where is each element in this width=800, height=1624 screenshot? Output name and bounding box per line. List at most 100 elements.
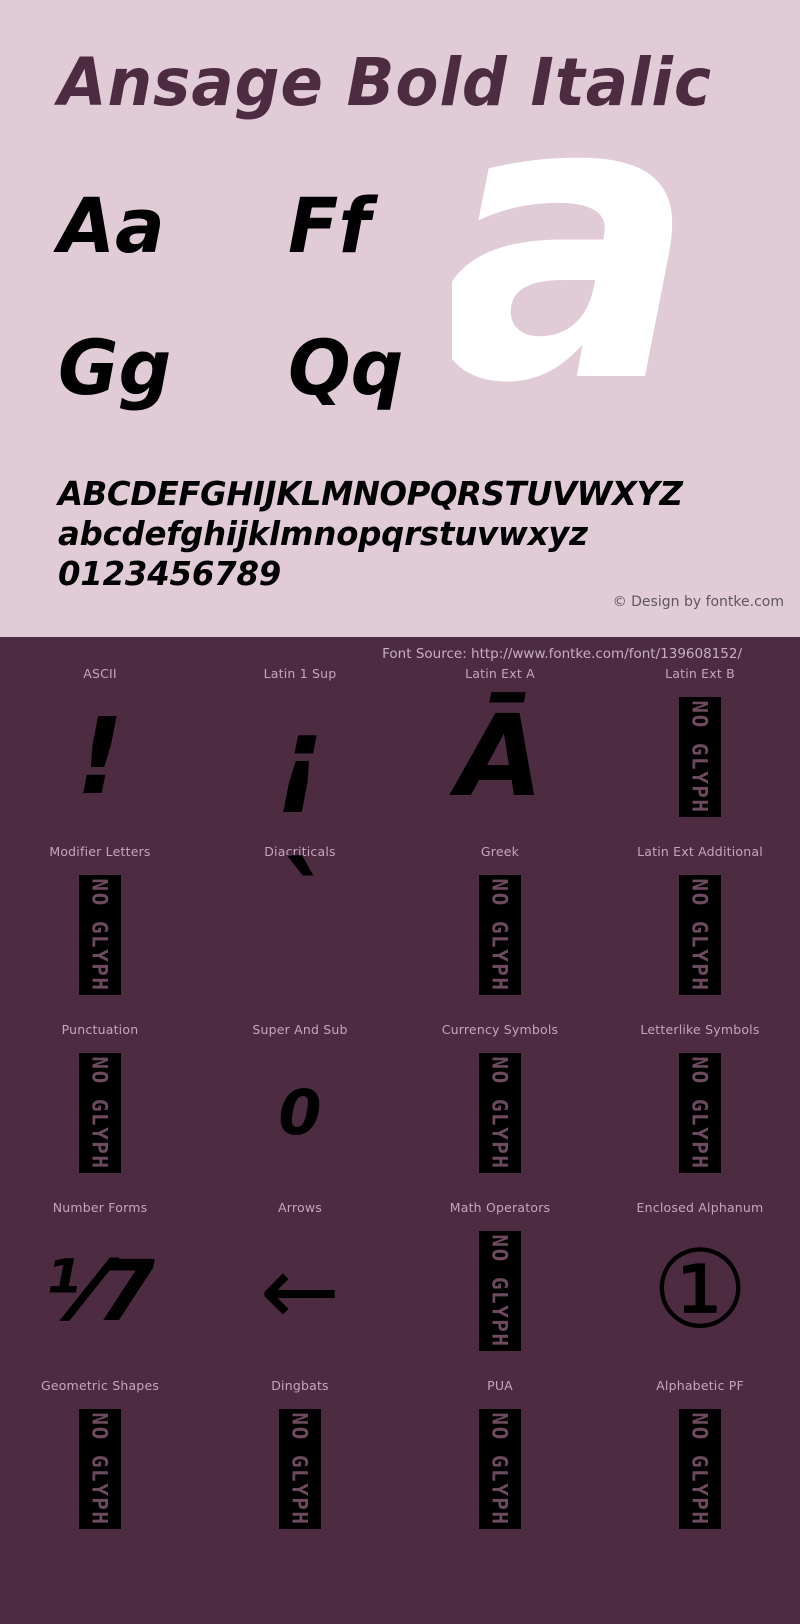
no-glyph-label: NO GLYPH (488, 1234, 512, 1348)
coverage-cell[interactable]: Enclosed Alphanum ① (600, 1191, 800, 1369)
letter-pair-aa: Aa (58, 181, 165, 270)
coverage-sample: Ā (400, 682, 600, 832)
no-glyph-label: NO GLYPH (88, 1412, 112, 1526)
no-glyph-label: NO GLYPH (688, 700, 712, 814)
coverage-label: Super And Sub (252, 1022, 348, 1037)
coverage-sample: NO GLYPH (600, 682, 800, 832)
coverage-label: Modifier Letters (49, 844, 151, 859)
no-glyph-box: NO GLYPH (79, 1409, 121, 1529)
glyph-sample: ¡ (276, 695, 324, 818)
no-glyph-box: NO GLYPH (479, 875, 521, 995)
coverage-label: Number Forms (52, 1200, 148, 1215)
no-glyph-label: NO GLYPH (88, 878, 112, 992)
coverage-sample: ⅟7 (0, 1216, 200, 1366)
no-glyph-label: NO GLYPH (688, 1412, 712, 1526)
coverage-sample: NO GLYPH (400, 1038, 600, 1188)
no-glyph-box: NO GLYPH (679, 1409, 721, 1529)
coverage-cell[interactable]: Diacriticals ` (200, 835, 400, 1013)
coverage-label: Enclosed Alphanum (636, 1200, 764, 1215)
specimen-preview-panel: Ansage Bold Italic a Aa Ff Gg Qq ABCDEFG… (0, 0, 800, 637)
letter-pair-ff: Ff (288, 181, 371, 270)
unicode-coverage-panel: Font Source: http://www.fontke.com/font/… (0, 637, 800, 1624)
coverage-cell[interactable]: ASCII! (0, 657, 200, 835)
coverage-sample: 0 (200, 1038, 400, 1188)
coverage-cell[interactable]: Alphabetic PF NO GLYPH (600, 1369, 800, 1547)
alphabet-lowercase: abcdefghijklmnopqrstuvwxyz (58, 514, 588, 553)
coverage-sample: ① (600, 1216, 800, 1366)
glyph-sample: Ā (456, 692, 544, 822)
coverage-label: Math Operators (449, 1200, 551, 1215)
no-glyph-box: NO GLYPH (279, 1409, 321, 1529)
coverage-label: Latin Ext B (665, 666, 735, 681)
coverage-cell[interactable]: Math Operators NO GLYPH (400, 1191, 600, 1369)
letter-pair-qq: Qq (288, 323, 404, 412)
letter-pair-grid: Aa Ff Gg Qq (58, 176, 458, 460)
glyph-sample: ① (651, 1228, 749, 1353)
coverage-label: Currency Symbols (441, 1022, 559, 1037)
letter-pair-gg: Gg (58, 323, 172, 412)
hero-glyph: a (452, 108, 800, 438)
coverage-cell[interactable]: Number Forms ⅟7 (0, 1191, 200, 1369)
coverage-grid: ASCII! Latin 1 Sup ¡ Latin Ext A Ā Latin Ext … (0, 657, 800, 1547)
coverage-cell[interactable]: Currency Symbols NO GLYPH (400, 1013, 600, 1191)
alphabet-digits: 0123456789 (58, 554, 282, 593)
coverage-sample: NO GLYPH (0, 860, 200, 1010)
coverage-cell[interactable]: Latin 1 Sup ¡ (200, 657, 400, 835)
coverage-cell[interactable]: Punctuation NO GLYPH (0, 1013, 200, 1191)
coverage-cell[interactable]: Greek NO GLYPH (400, 835, 600, 1013)
coverage-cell[interactable]: Letterlike Symbols NO GLYPH (600, 1013, 800, 1191)
coverage-label: ASCII (83, 666, 117, 681)
coverage-cell[interactable]: Latin Ext Additional NO GLYPH (600, 835, 800, 1013)
coverage-sample: NO GLYPH (200, 1394, 400, 1544)
no-glyph-label: NO GLYPH (88, 1056, 112, 1170)
coverage-sample: NO GLYPH (0, 1038, 200, 1188)
no-glyph-box: NO GLYPH (79, 875, 121, 995)
coverage-sample: NO GLYPH (400, 1216, 600, 1366)
glyph-sample: ` (272, 841, 328, 969)
no-glyph-label: NO GLYPH (488, 878, 512, 992)
glyph-sample: 0 (278, 1076, 322, 1149)
coverage-sample: NO GLYPH (600, 1394, 800, 1544)
coverage-cell[interactable]: Arrows ← (200, 1191, 400, 1369)
coverage-sample: NO GLYPH (600, 860, 800, 1010)
coverage-label: Alphabetic PF (656, 1378, 744, 1393)
coverage-label: Arrows (278, 1200, 322, 1215)
hero-glyph-char: a (452, 108, 698, 438)
coverage-cell[interactable]: Dingbats NO GLYPH (200, 1369, 400, 1547)
no-glyph-box: NO GLYPH (479, 1231, 521, 1351)
coverage-label: Greek (480, 844, 520, 859)
coverage-label: Dingbats (271, 1378, 329, 1393)
coverage-label: PUA (487, 1378, 513, 1393)
coverage-sample: ← (200, 1216, 400, 1366)
no-glyph-box: NO GLYPH (679, 1053, 721, 1173)
no-glyph-label: NO GLYPH (688, 1056, 712, 1170)
no-glyph-box: NO GLYPH (79, 1053, 121, 1173)
glyph-sample: ⅟7 (44, 1242, 156, 1340)
copyright-credit: © Design by fontke.com (612, 594, 784, 610)
coverage-cell[interactable]: Latin Ext A Ā (400, 657, 600, 835)
no-glyph-label: NO GLYPH (488, 1412, 512, 1526)
coverage-sample: ` (200, 850, 400, 1010)
coverage-sample: NO GLYPH (400, 860, 600, 1010)
alphabet-block: ABCDEFGHIJKLMNOPQRSTUVWXYZ abcdefghijklm… (58, 474, 758, 594)
coverage-label: Punctuation (61, 1022, 139, 1037)
coverage-sample: NO GLYPH (400, 1394, 600, 1544)
coverage-cell[interactable]: PUA NO GLYPH (400, 1369, 600, 1547)
no-glyph-box: NO GLYPH (679, 875, 721, 995)
coverage-cell[interactable]: Modifier Letters NO GLYPH (0, 835, 200, 1013)
coverage-label: Letterlike Symbols (640, 1022, 760, 1037)
coverage-cell[interactable]: Geometric Shapes NO GLYPH (0, 1369, 200, 1547)
no-glyph-box: NO GLYPH (479, 1053, 521, 1173)
no-glyph-label: NO GLYPH (488, 1056, 512, 1170)
coverage-label: Geometric Shapes (40, 1378, 160, 1393)
coverage-label: Latin Ext Additional (637, 844, 763, 859)
coverage-cell[interactable]: Latin Ext B NO GLYPH (600, 657, 800, 835)
no-glyph-box: NO GLYPH (479, 1409, 521, 1529)
glyph-sample: ! (76, 695, 124, 818)
no-glyph-box: NO GLYPH (679, 697, 721, 817)
glyph-sample: ← (259, 1235, 341, 1347)
coverage-label: Latin Ext A (465, 666, 535, 681)
coverage-sample: NO GLYPH (600, 1038, 800, 1188)
alphabet-uppercase: ABCDEFGHIJKLMNOPQRSTUVWXYZ (58, 474, 683, 513)
coverage-cell[interactable]: Super And Sub 0 (200, 1013, 400, 1191)
